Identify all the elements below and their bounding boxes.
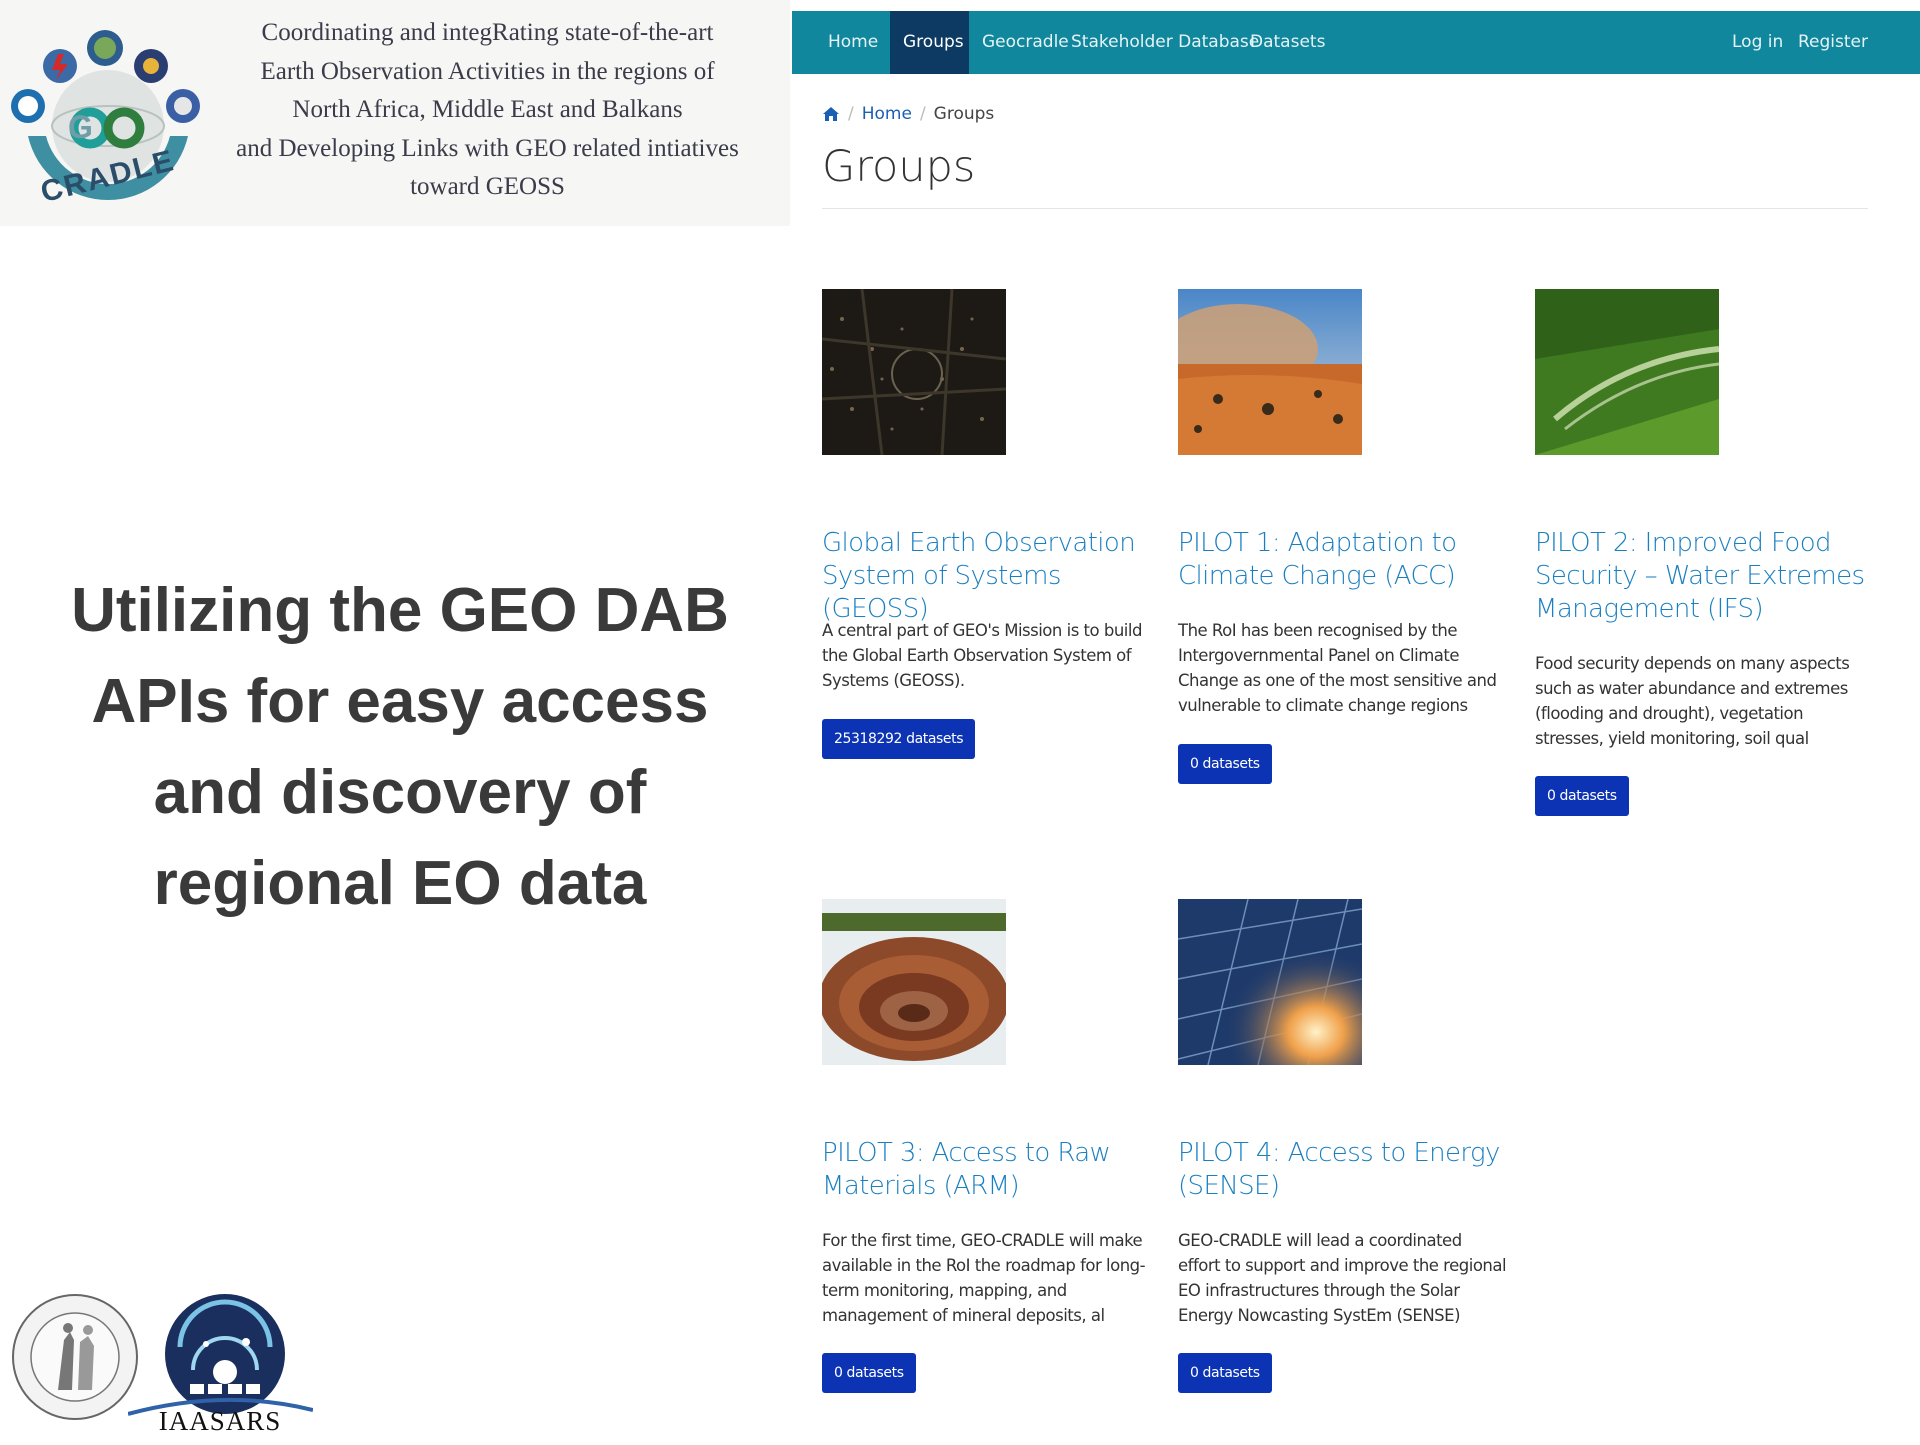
website-screenshot: Home Groups Geocradle Stakeholder Databa… <box>792 0 1920 1440</box>
group-image-ifs[interactable] <box>1535 289 1719 455</box>
page-title: Groups <box>822 142 976 192</box>
nav-home[interactable]: Home <box>815 11 891 74</box>
group-title-ifs[interactable]: PILOT 2: Improved Food Security – Water … <box>1535 527 1865 626</box>
group-datasets-button-arm[interactable]: 0 datasets <box>822 1353 916 1393</box>
group-description-arm: For the first time, GEO-CRADLE will make… <box>822 1231 1146 1325</box>
home-icon[interactable] <box>822 106 840 122</box>
slide-title-line: APIs for easy access <box>91 667 709 736</box>
group-description-geoss: A central part of GEO's Mission is to bu… <box>822 621 1142 690</box>
breadcrumb-home[interactable]: Home <box>862 104 912 124</box>
group-datasets-button-geoss[interactable]: 25318292 datasets <box>822 719 976 759</box>
slide-title-line: and discovery of <box>153 758 647 827</box>
banner-line: North Africa, Middle East and Balkans <box>292 96 683 123</box>
iaasars-label: IAASARS <box>158 1406 282 1436</box>
nav-groups[interactable]: Groups <box>890 11 969 74</box>
banner-tagline: Coordinating and integRating state-of-th… <box>190 14 785 207</box>
geo-cradle-logo: G CRADLE <box>8 18 208 210</box>
nav-datasets[interactable]: Datasets <box>1237 11 1338 74</box>
group-datasets-button-acc[interactable]: 0 datasets <box>1178 744 1272 784</box>
slide-title: Utilizing the GEO DAB APIs for easy acce… <box>30 565 770 929</box>
svg-text:G: G <box>68 109 93 145</box>
group-description-ifs: Food security depends on many aspects su… <box>1535 654 1850 748</box>
group-image-sense[interactable] <box>1178 899 1362 1065</box>
group-title-arm[interactable]: PILOT 3: Access to Raw Materials (ARM) <box>822 1137 1152 1203</box>
group-image-acc[interactable] <box>1178 289 1362 455</box>
group-image-arm[interactable] <box>822 899 1006 1065</box>
group-description-acc: The RoI has been recognised by the Inter… <box>1178 621 1497 715</box>
group-title-geoss[interactable]: Global Earth Observation System of Syste… <box>822 527 1152 626</box>
banner-line: Coordinating and integRating state-of-th… <box>261 19 714 46</box>
breadcrumb-separator: / <box>848 104 854 124</box>
navbar: Home Groups Geocradle Stakeholder Databa… <box>792 11 1920 74</box>
group-title-sense[interactable]: PILOT 4: Access to Energy (SENSE) <box>1178 1137 1508 1203</box>
group-description-sense: GEO-CRADLE will lead a coordinated effor… <box>1178 1231 1507 1325</box>
banner-line: and Developing Links with GEO related in… <box>236 134 739 162</box>
banner-line: Earth Observation Activities in the regi… <box>260 57 715 85</box>
breadcrumb: / Home / Groups <box>822 102 994 126</box>
breadcrumb-separator: / <box>919 104 926 124</box>
breadcrumb-current: Groups <box>933 104 995 124</box>
banner-line: toward GEOSS <box>410 173 565 200</box>
group-datasets-button-sense[interactable]: 0 datasets <box>1178 1353 1272 1393</box>
register-link[interactable]: Register <box>1785 11 1881 74</box>
group-datasets-button-ifs[interactable]: 0 datasets <box>1535 776 1629 816</box>
noa-seal-logo <box>8 1290 143 1425</box>
slide-title-line: regional EO data <box>153 849 647 918</box>
group-title-acc[interactable]: PILOT 1: Adaptation to Climate Change (A… <box>1178 527 1508 593</box>
project-banner: G CRADLE Coordinating and integRating st… <box>0 0 790 226</box>
title-divider <box>822 208 1868 209</box>
group-image-geoss[interactable] <box>822 289 1006 455</box>
slide-title-line: Utilizing the GEO DAB <box>71 576 729 645</box>
